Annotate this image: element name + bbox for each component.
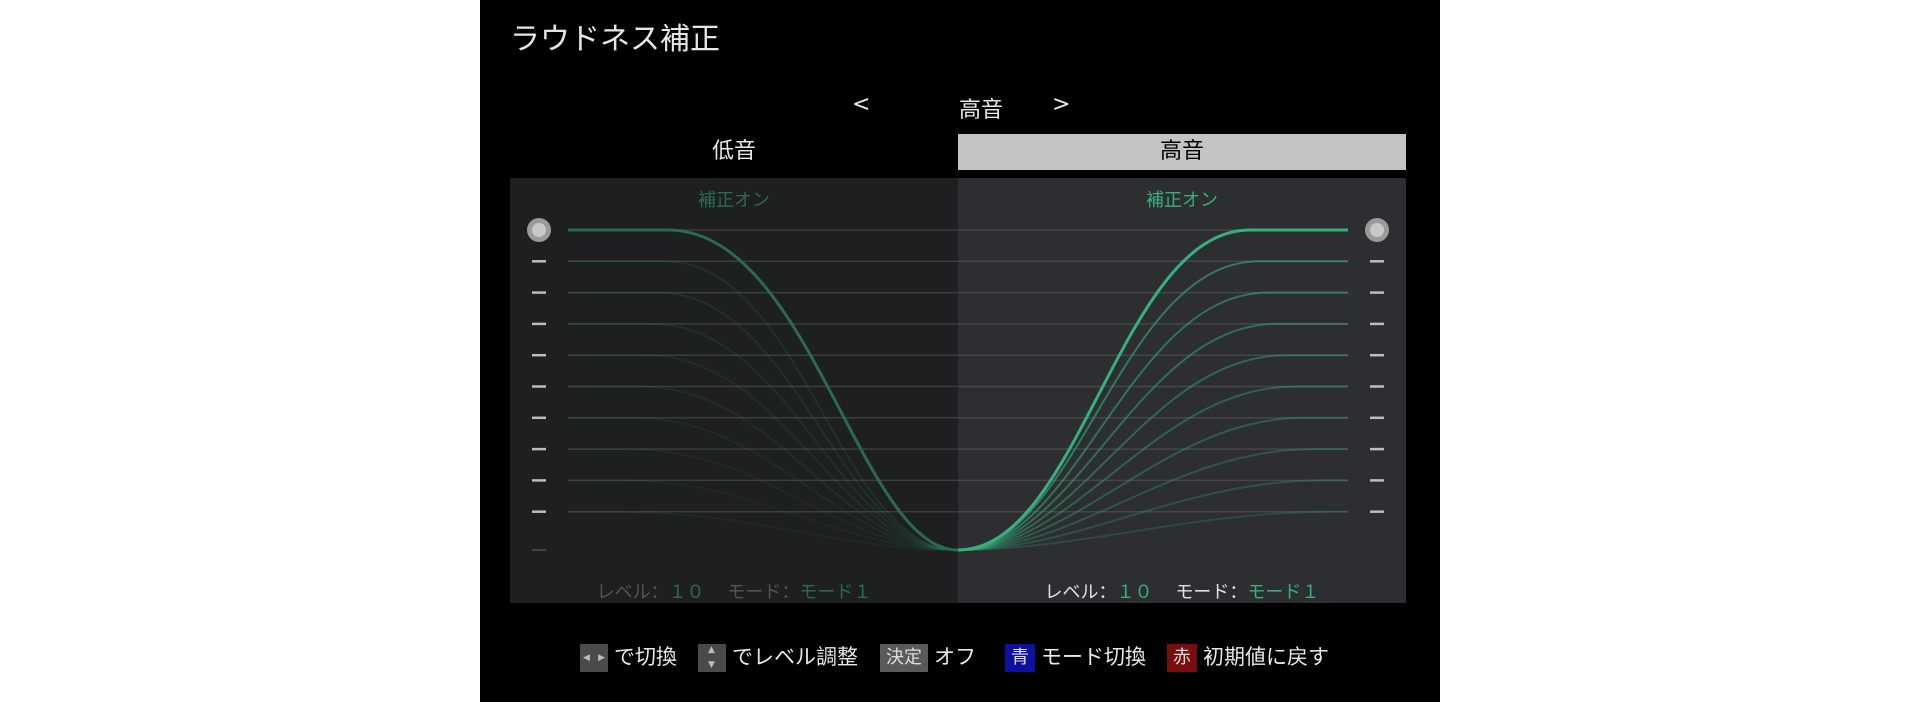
button-guide: ◀ ▶ で切換 ▲ ▼ でレベル調整 決定 オフ 青モード切換 赤初期値に戻す [480,640,1440,674]
guide-adjust-label: でレベル調整 [732,645,858,669]
treble-main-curve [957,228,1348,552]
guide-blue-label: モード切換 [1041,645,1146,669]
treble-level-knob-highlight [1370,223,1384,237]
guide-blue: 青モード切換 [1005,640,1146,674]
enter-key: 決定 [880,644,928,672]
blue-key: 青 [1005,644,1035,672]
dpad-up-down-icon: ▲ ▼ [698,644,726,672]
dpad-left-right-icon: ◀ ▶ [580,644,608,672]
treble-level-curve [957,354,1348,551]
bass-main-curve [568,228,959,552]
bass-level-curve [568,354,959,551]
bass-level-curve [568,448,959,551]
guide-red-label: 初期値に戻す [1203,645,1329,669]
bass-level-knob-highlight [532,223,546,237]
guide-enter-label: オフ [934,645,976,669]
red-key: 赤 [1167,644,1197,672]
guide-red: 赤初期値に戻す [1167,640,1329,674]
guide-switch: ◀ ▶ で切換 [580,640,677,674]
guide-switch-label: で切換 [614,645,677,669]
guide-enter: 決定 オフ [880,640,976,674]
loudness-screen: ラウドネス補正 < 高音 > 低音 高音 補正オン レベル：１０ モード：モード… [480,0,1440,702]
treble-level-curve [957,260,1348,551]
bass-level-curve [568,322,959,551]
guide-adjust: ▲ ▼ でレベル調整 [698,640,858,674]
loudness-curve-graph [527,218,1389,552]
